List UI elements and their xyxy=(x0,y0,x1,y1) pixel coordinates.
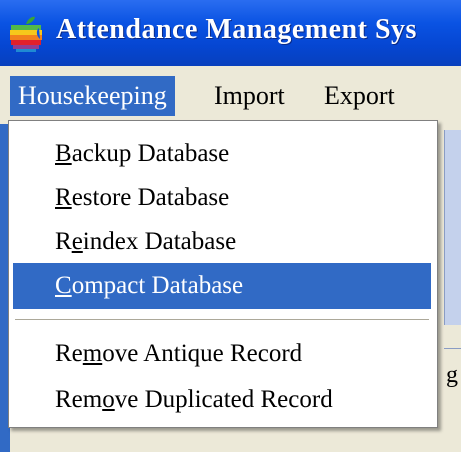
apple-icon xyxy=(10,16,42,52)
menu-item-reindex-database[interactable]: Reindex Database xyxy=(13,219,431,265)
label-post: ompact Database xyxy=(71,272,244,299)
menu-item-remove-duplicated-record[interactable]: Remove Duplicated Record xyxy=(13,377,431,423)
menu-housekeeping-label: Housekeeping xyxy=(18,81,167,110)
background-divider xyxy=(444,348,461,349)
menu-bar: Housekeeping Import Export xyxy=(0,66,461,124)
menu-import[interactable]: Import xyxy=(206,76,293,116)
label-post: ove Antique Record xyxy=(102,340,303,367)
label-pre: R xyxy=(55,228,72,255)
label-post: ve Duplicated Record xyxy=(114,386,333,413)
title-bar: Attendance Management Sys xyxy=(0,0,461,66)
label-pre: Re xyxy=(55,340,83,367)
menu-export[interactable]: Export xyxy=(316,76,403,116)
background-peek-text: g xyxy=(446,362,458,388)
background-right-panel xyxy=(444,130,461,325)
label-post: index Database xyxy=(82,228,237,255)
menu-export-label: Export xyxy=(324,81,395,110)
label-post: ackup Database xyxy=(71,140,230,167)
menu-item-restore-database[interactable]: Restore Database xyxy=(13,175,431,221)
menu-separator xyxy=(15,319,429,321)
housekeeping-dropdown: Backup Database Restore Database Reindex… xyxy=(8,120,438,428)
menu-import-label: Import xyxy=(214,81,285,110)
accelerator-key: R xyxy=(55,184,72,211)
accelerator-key: e xyxy=(71,228,83,255)
menu-item-remove-antique-record[interactable]: Remove Antique Record xyxy=(13,331,431,377)
label-pre: Rem xyxy=(55,386,103,413)
accelerator-key: C xyxy=(55,272,72,299)
label-post: estore Database xyxy=(71,184,230,211)
accelerator-key: m xyxy=(82,340,103,367)
window-title: Attendance Management Sys xyxy=(56,14,417,45)
menu-item-backup-database[interactable]: Backup Database xyxy=(13,131,431,177)
menu-item-compact-database[interactable]: Compact Database xyxy=(13,263,431,309)
accelerator-key: o xyxy=(102,386,115,413)
accelerator-key: B xyxy=(55,140,72,167)
menu-housekeeping[interactable]: Housekeeping xyxy=(10,76,175,116)
